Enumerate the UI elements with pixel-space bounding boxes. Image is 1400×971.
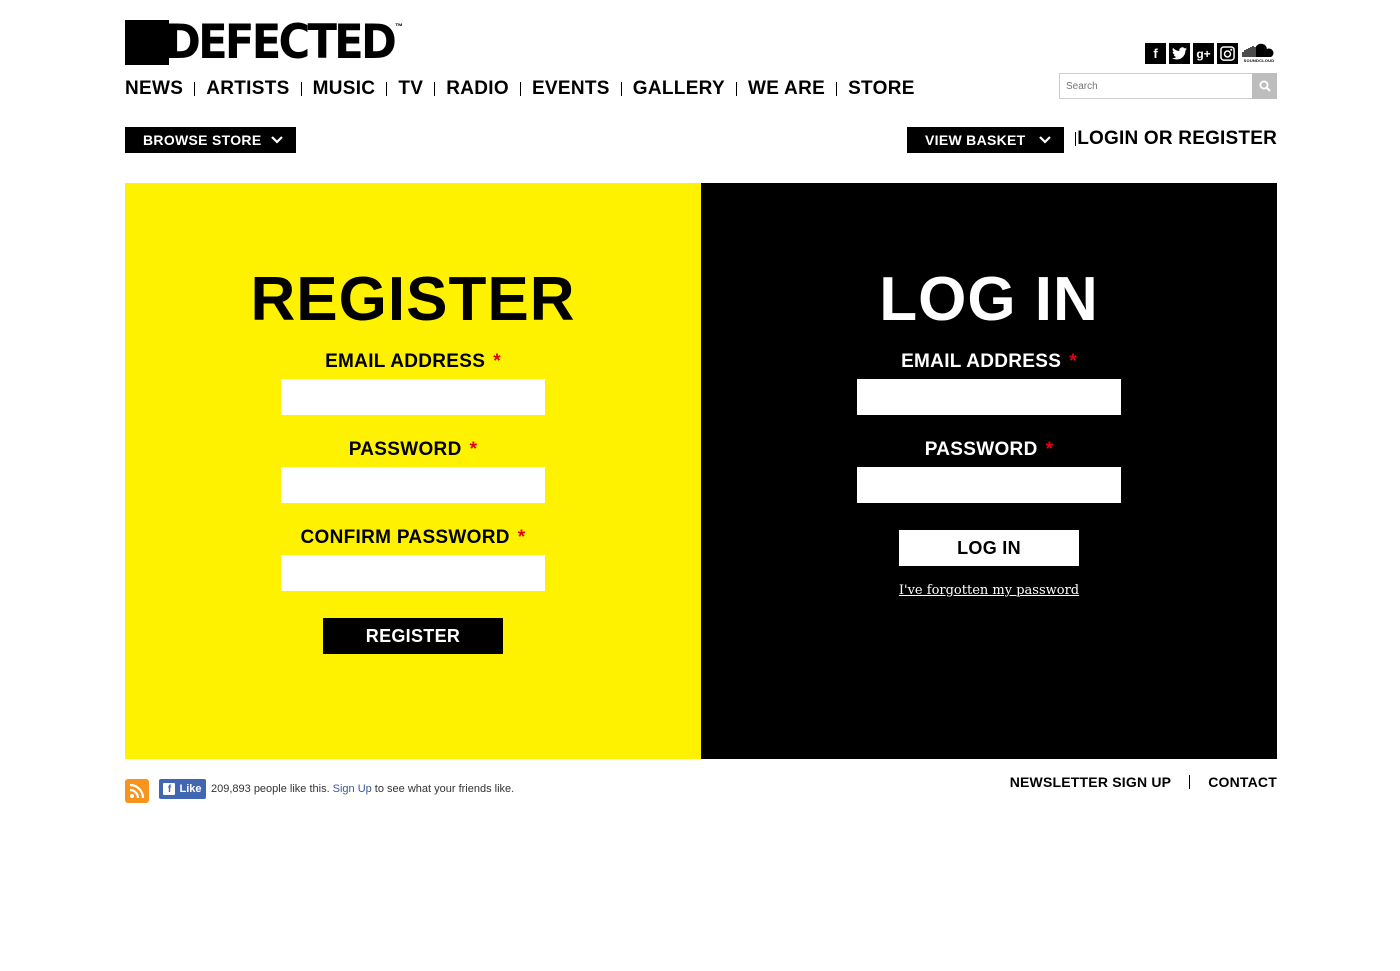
login-password-label-text: PASSWORD	[924, 439, 1038, 460]
login-email-label: EMAIL ADDRESS *	[701, 350, 1277, 374]
logo-text: DEFECTED	[165, 15, 397, 70]
search-icon	[1259, 80, 1271, 92]
logo-trademark: ™	[395, 22, 403, 31]
forgot-password-link[interactable]: I've forgotten my password	[701, 583, 1277, 598]
login-email-field[interactable]	[857, 379, 1121, 415]
nav-divider	[836, 82, 838, 96]
social-links: f g+ SOUNDCLOUD	[1145, 42, 1277, 64]
nav-item-artists[interactable]: ARTISTS	[206, 77, 289, 101]
store-bar-divider	[1075, 132, 1076, 146]
nav-divider	[620, 82, 622, 96]
soundcloud-icon[interactable]: SOUNDCLOUD	[1241, 42, 1277, 64]
nav-item-we-are[interactable]: WE ARE	[748, 77, 825, 101]
login-button[interactable]: LOG IN	[899, 530, 1079, 566]
search-button[interactable]	[1252, 73, 1277, 99]
rss-icon[interactable]	[125, 779, 149, 803]
login-password-label: PASSWORD *	[701, 438, 1277, 462]
register-panel: REGISTER EMAIL ADDRESS * PASSWORD * CONFIR…	[125, 183, 701, 759]
search-input[interactable]	[1059, 73, 1252, 99]
register-password-label: PASSWORD *	[125, 438, 701, 462]
main-nav: NEWS ARTISTS MUSIC TV RADIO EVENTS GALLE…	[125, 77, 915, 101]
nav-divider	[434, 82, 436, 96]
view-basket-button[interactable]: VIEW BASKET	[907, 127, 1064, 153]
defected-logo[interactable]: DEFECTED ™	[125, 15, 414, 70]
login-password-field[interactable]	[857, 467, 1121, 503]
nav-item-events[interactable]: EVENTS	[532, 77, 610, 101]
facebook-icon[interactable]: f	[1145, 43, 1166, 64]
register-confirm-label-text: CONFIRM PASSWORD	[300, 527, 510, 548]
contact-link[interactable]: CONTACT	[1208, 774, 1277, 790]
logo-block	[125, 20, 169, 65]
instagram-icon[interactable]	[1217, 43, 1238, 64]
page: DEFECTED ™ f g+ SOUNDCLOUD NEWS ARTISTS …	[125, 0, 1277, 971]
nav-item-store[interactable]: STORE	[848, 77, 915, 101]
register-confirm-label: CONFIRM PASSWORD *	[125, 526, 701, 550]
chevron-down-icon	[271, 136, 283, 144]
nav-divider	[519, 82, 521, 96]
required-marker: *	[1069, 351, 1077, 372]
register-password-field[interactable]	[281, 467, 545, 503]
required-marker: *	[1045, 439, 1054, 460]
required-marker: *	[469, 439, 478, 460]
register-password-label-text: PASSWORD	[348, 439, 462, 460]
register-button[interactable]: REGISTER	[323, 618, 503, 654]
twitter-icon[interactable]	[1169, 43, 1190, 64]
register-email-label: EMAIL ADDRESS *	[125, 350, 701, 374]
facebook-like-button[interactable]: f Like	[159, 779, 206, 799]
chevron-down-icon	[1039, 136, 1051, 144]
login-title: LOG IN	[879, 265, 1099, 334]
nav-item-news[interactable]: NEWS	[125, 77, 183, 101]
newsletter-signup-link[interactable]: NEWSLETTER SIGN UP	[1010, 774, 1172, 790]
register-email-label-text: EMAIL ADDRESS	[325, 351, 486, 372]
required-marker: *	[517, 527, 526, 548]
google-plus-icon[interactable]: g+	[1193, 43, 1214, 64]
nav-divider	[735, 82, 737, 96]
login-panel: LOG IN EMAIL ADDRESS * PASSWORD * LOG IN I…	[701, 183, 1277, 759]
facebook-icon: f	[163, 783, 176, 795]
footer-links: NEWSLETTER SIGN UP CONTACT	[1010, 774, 1277, 790]
nav-item-tv[interactable]: TV	[398, 77, 423, 101]
register-title: REGISTER	[250, 265, 576, 334]
nav-item-radio[interactable]: RADIO	[446, 77, 509, 101]
login-or-register-link[interactable]: LOGIN OR REGISTER	[1077, 126, 1277, 152]
facebook-like-tail: to see what your friends like.	[374, 783, 515, 795]
browse-store-label: BROWSE STORE	[143, 132, 262, 148]
register-email-field[interactable]	[281, 379, 545, 415]
footer-divider	[1189, 775, 1191, 789]
login-email-label-text: EMAIL ADDRESS	[901, 351, 1062, 372]
view-basket-label: VIEW BASKET	[925, 132, 1026, 148]
register-confirm-password-field[interactable]	[281, 555, 545, 591]
auth-panels: REGISTER EMAIL ADDRESS * PASSWORD * CONFIR…	[125, 183, 1277, 759]
facebook-like-count: 209,893 people like this.	[211, 783, 330, 795]
nav-divider	[386, 82, 388, 96]
nav-item-music[interactable]: MUSIC	[313, 77, 376, 101]
search-box	[1059, 73, 1277, 99]
facebook-like-widget: f Like 209,893 people like this. Sign Up…	[159, 779, 514, 799]
facebook-signup-link[interactable]: Sign Up	[333, 783, 372, 795]
browse-store-button[interactable]: BROWSE STORE	[125, 127, 296, 153]
nav-divider	[300, 82, 302, 96]
soundcloud-label: SOUNDCLOUD	[1243, 58, 1275, 63]
nav-divider	[194, 82, 196, 96]
nav-item-gallery[interactable]: GALLERY	[633, 77, 725, 101]
facebook-like-label: Like	[179, 783, 202, 795]
required-marker: *	[493, 351, 501, 372]
